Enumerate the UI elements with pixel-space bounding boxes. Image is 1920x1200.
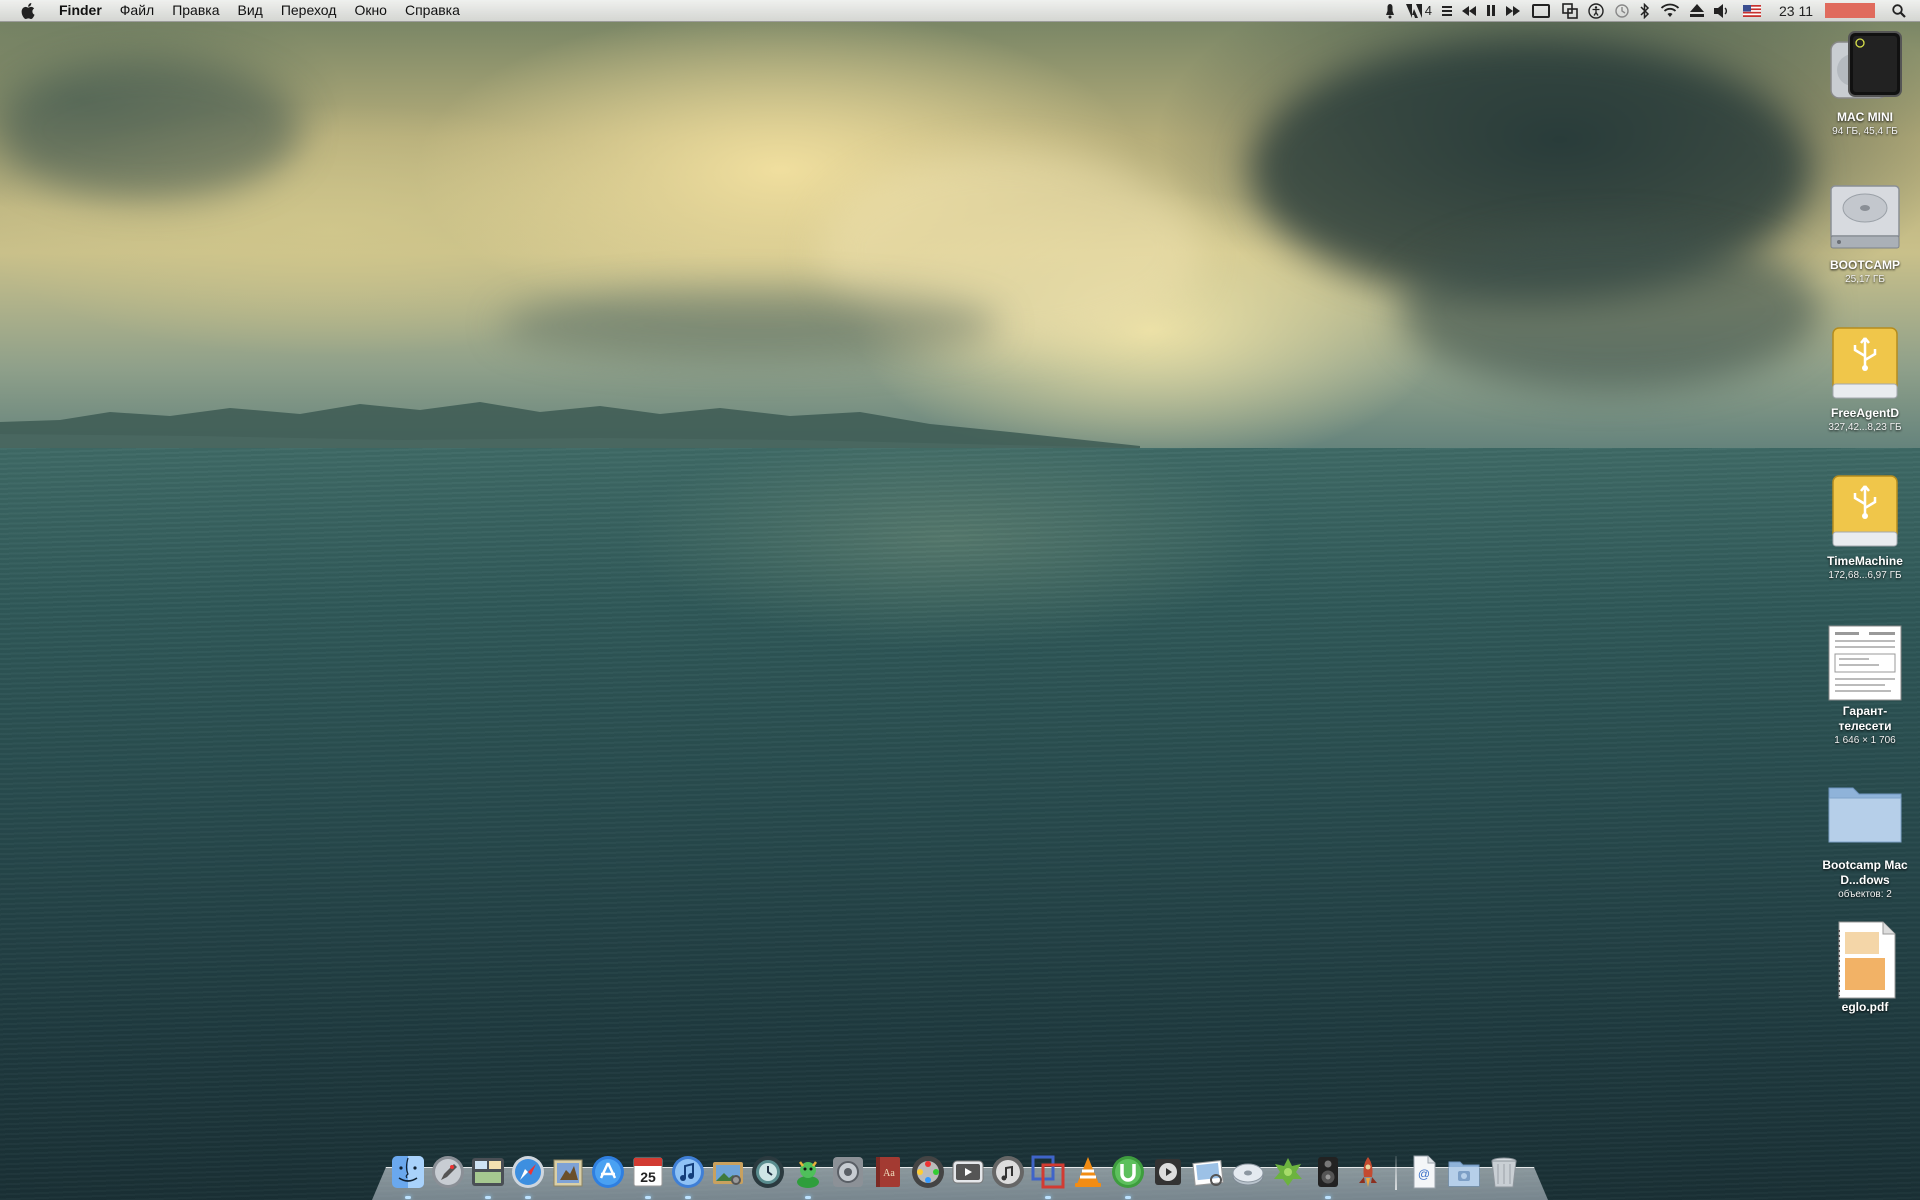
- vlc-icon[interactable]: [1070, 1154, 1106, 1190]
- spaces-icon[interactable]: [1557, 0, 1583, 21]
- desktop-icon-info: 94 ГБ, 45,4 ГБ: [1832, 126, 1898, 137]
- menu-clock[interactable]: 23 11: [1769, 0, 1823, 21]
- document-image-icon: [1825, 624, 1905, 704]
- dvd-player-icon[interactable]: [910, 1154, 946, 1190]
- internal-drive-icon: [1825, 30, 1905, 110]
- menu-finder[interactable]: Finder: [50, 0, 111, 21]
- desktop-icon-eglo-pdf[interactable]: eglo.pdf: [1810, 920, 1920, 1015]
- battery-icon[interactable]: [1825, 3, 1875, 18]
- cloud: [1400, 230, 1820, 390]
- desktop-icon-info: 1 646 × 1 706: [1834, 735, 1896, 746]
- folder-icon: [1825, 778, 1905, 858]
- menu-file[interactable]: Файл: [111, 0, 163, 21]
- finder-icon[interactable]: [390, 1154, 426, 1199]
- desktop-icon-label: Гарант-телесети: [1838, 704, 1892, 733]
- notification-icon[interactable]: [1379, 0, 1401, 21]
- screenshots-folder-icon[interactable]: [1446, 1154, 1482, 1190]
- usb-drive-icon: [1825, 474, 1905, 554]
- desktop-icon-label: MAC MINI: [1837, 110, 1893, 124]
- quicktime-icon[interactable]: [1150, 1154, 1186, 1190]
- wifi-icon[interactable]: [1655, 0, 1685, 21]
- adium-icon[interactable]: [790, 1154, 826, 1199]
- bluetooth-icon[interactable]: [1635, 0, 1655, 21]
- fast-forward-icon[interactable]: [1501, 0, 1525, 21]
- desktop-wallpaper: [0, 0, 1920, 1200]
- mail-icon[interactable]: [550, 1154, 586, 1190]
- desktop-icon-mac-mini[interactable]: MAC MINI 94 ГБ, 45,4 ГБ: [1810, 30, 1920, 139]
- cloud: [500, 290, 1000, 360]
- disk-utility-icon[interactable]: [1230, 1154, 1266, 1190]
- desktop-icon-label: FreeAgentD: [1830, 406, 1899, 420]
- menu-help[interactable]: Справка: [396, 0, 469, 21]
- accessibility-icon[interactable]: [1583, 0, 1609, 21]
- time-machine-app-icon[interactable]: [750, 1154, 786, 1190]
- ipod-utility-icon[interactable]: [990, 1154, 1026, 1190]
- menu-edit[interactable]: Правка: [163, 0, 228, 21]
- cloud: [0, 60, 300, 200]
- adobe-update-count: 4: [1424, 3, 1432, 18]
- desktop-icon-info: 327,42...8,23 ГБ: [1828, 422, 1902, 433]
- desktop-icon-bootcamp-folder[interactable]: Bootcamp Mac D...dows объектов: 2: [1810, 778, 1920, 902]
- app-store-icon[interactable]: [590, 1154, 626, 1190]
- trash-icon[interactable]: [1486, 1154, 1522, 1190]
- dictionary-icon[interactable]: Aa: [870, 1154, 906, 1190]
- preview-icon[interactable]: [1190, 1154, 1226, 1190]
- desktop-icon-bootcamp[interactable]: BOOTCAMP 25,17 ГБ: [1810, 178, 1920, 287]
- menu-window[interactable]: Окно: [345, 0, 396, 21]
- desktop-icon-info: объектов: 2: [1838, 889, 1892, 900]
- svg-text:@: @: [1418, 1167, 1430, 1181]
- menu-bar: Finder Файл Правка Вид Переход Окно Спра…: [0, 0, 1920, 22]
- safari-icon[interactable]: [510, 1154, 546, 1199]
- sea: [0, 448, 1920, 1200]
- time-machine-icon[interactable]: [1609, 0, 1635, 21]
- adobe-icon[interactable]: 4: [1401, 0, 1437, 21]
- desktop-icon-label: eglo.pdf: [1841, 1000, 1889, 1014]
- status-menus: 4 23 11: [1379, 0, 1920, 21]
- pdf-icon: [1825, 920, 1905, 1000]
- us-flag-icon[interactable]: [1735, 0, 1769, 21]
- desktop-icon-label: Bootcamp Mac D...dows: [1822, 858, 1908, 887]
- system-preferences-icon[interactable]: [830, 1154, 866, 1190]
- utorrent-icon[interactable]: [1110, 1154, 1146, 1199]
- hard-disk-icon: [1825, 178, 1905, 258]
- speakers-icon[interactable]: [1310, 1154, 1346, 1199]
- rewind-icon[interactable]: [1457, 0, 1481, 21]
- itunes-icon[interactable]: [670, 1154, 706, 1199]
- apple-menu-icon[interactable]: [18, 0, 38, 21]
- iphoto-icon[interactable]: [710, 1154, 746, 1190]
- desktop-icons: MAC MINI 94 ГБ, 45,4 ГБ BOOTCAMP 25,17 Г…: [1810, 0, 1920, 1200]
- desktop-icon-info: 172,68...6,97 ГБ: [1828, 570, 1902, 581]
- url-file-icon[interactable]: @: [1406, 1154, 1442, 1190]
- volume-icon[interactable]: [1709, 0, 1735, 21]
- desktop-icon-freeagentd[interactable]: FreeAgentD 327,42...8,23 ГБ: [1810, 326, 1920, 435]
- usb-drive-icon: [1825, 326, 1905, 406]
- eject-icon[interactable]: [1685, 0, 1709, 21]
- dock-separator: [1395, 1156, 1397, 1190]
- pause-icon[interactable]: [1481, 0, 1501, 21]
- evernote-icon[interactable]: [1270, 1154, 1306, 1190]
- svg-text:Aa: Aa: [883, 1168, 895, 1179]
- display-icon[interactable]: [1525, 0, 1557, 21]
- desktop-icon-label: TimeMachine: [1827, 554, 1903, 568]
- menu-view[interactable]: Вид: [229, 0, 272, 21]
- mission-control-icon[interactable]: [470, 1154, 506, 1199]
- calendar-icon[interactable]: 25: [630, 1154, 666, 1199]
- calendar-day: 25: [640, 1169, 656, 1185]
- launchpad-icon[interactable]: [430, 1154, 466, 1190]
- desktop-icon-info: 25,17 ГБ: [1845, 274, 1885, 285]
- list-icon[interactable]: [1437, 0, 1457, 21]
- dock: 25 Aa @: [390, 1144, 1530, 1199]
- desktop-icon-label: BOOTCAMP: [1830, 258, 1900, 272]
- rocket-icon[interactable]: [1350, 1154, 1386, 1190]
- spotlight-icon[interactable]: [1887, 0, 1920, 21]
- parallels-icon[interactable]: [1030, 1154, 1066, 1199]
- desktop-icon-timemachine[interactable]: TimeMachine 172,68...6,97 ГБ: [1810, 474, 1920, 583]
- menu-go[interactable]: Переход: [272, 0, 346, 21]
- desktop-icon-garant-doc[interactable]: Гарант-телесети 1 646 × 1 706: [1810, 624, 1920, 748]
- front-row-icon[interactable]: [950, 1154, 986, 1190]
